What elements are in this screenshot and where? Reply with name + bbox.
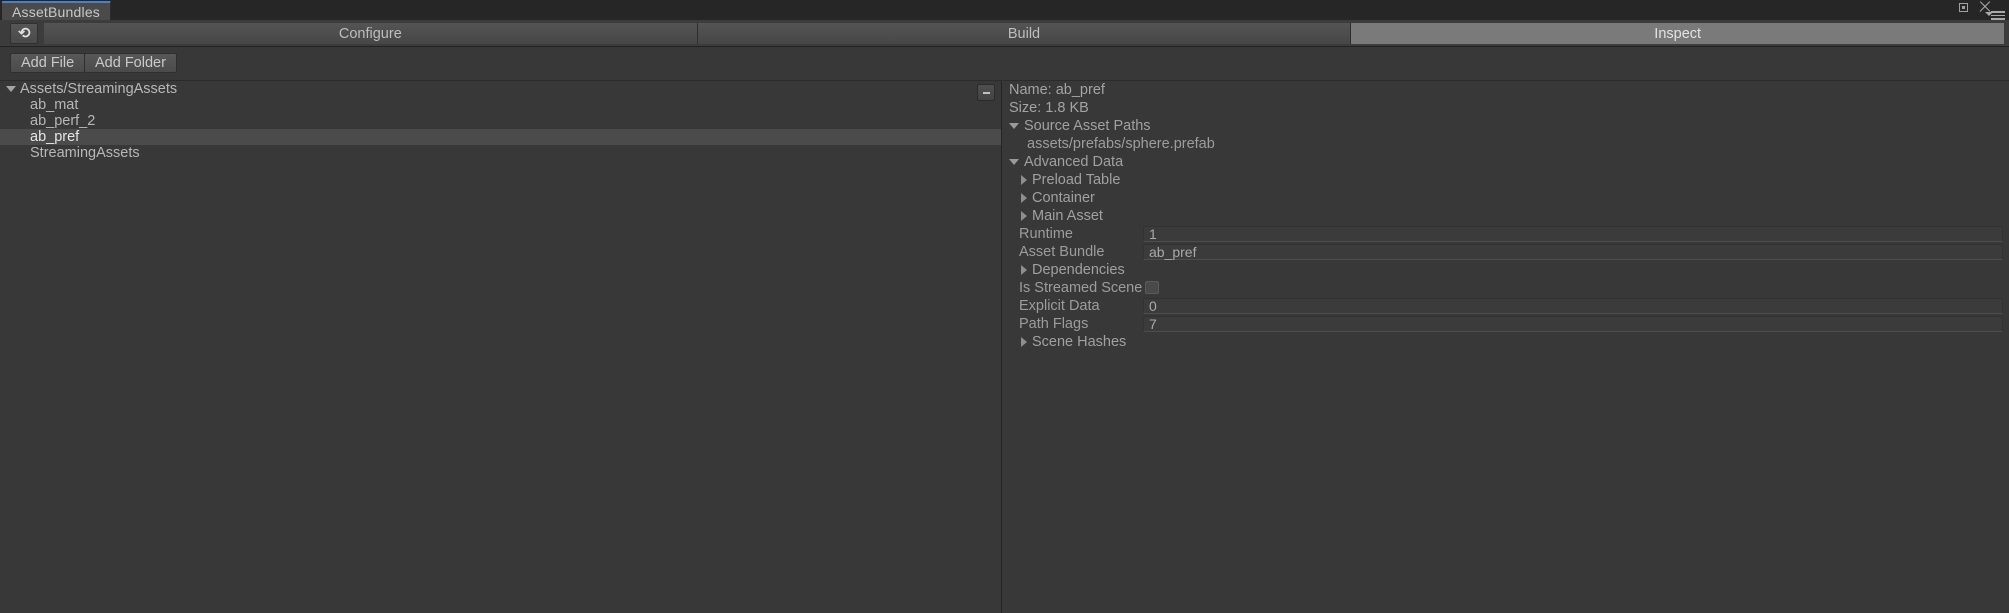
runtime-compatibility-input[interactable]: 1 — [1143, 226, 2003, 242]
window-tab-strip: AssetBundles — [0, 0, 2009, 20]
tree-root-label: Assets/StreamingAssets — [20, 81, 178, 97]
source-asset-path-item: assets/prefabs/sphere.prefab — [1003, 135, 2009, 153]
path-flags-row: Path Flags 7 — [1003, 315, 2009, 333]
container-label: Container — [1032, 190, 1095, 206]
main-asset-foldout[interactable]: Main Asset — [1003, 207, 2009, 225]
bundle-inspector-panel: Name: ab_pref Size: 1.8 KB Source Asset … — [1003, 80, 2009, 613]
runtime-compatibility-row: Runtime Compatibility 1 — [1003, 225, 2009, 243]
advanced-data-label: Advanced Data — [1024, 154, 1124, 170]
dependencies-label: Dependencies — [1032, 262, 1125, 278]
main-asset-label: Main Asset — [1032, 208, 1103, 224]
preload-table-foldout[interactable]: Preload Table — [1003, 171, 2009, 189]
bundle-tree-panel: Assets/StreamingAssets ab_mat ab_perf_2 … — [0, 80, 1002, 613]
assetbundles-window: AssetBundles ⟳ Configure Build Inspect A… — [0, 0, 2009, 613]
tree-item-label: ab_mat — [30, 97, 79, 113]
inspector-size-row: Size: 1.8 KB — [1003, 99, 2009, 117]
runtime-compatibility-label: Runtime Compatibility — [1019, 226, 1073, 242]
preload-table-label: Preload Table — [1032, 172, 1121, 188]
scene-hashes-label: Scene Hashes — [1032, 334, 1127, 350]
tab-inspect-label: Inspect — [1654, 25, 1702, 42]
tree-row-ab-pref[interactable]: ab_pref — [0, 129, 1001, 145]
explicit-data-layout-label: Explicit Data Layout — [1019, 298, 1100, 314]
tree-item-label: ab_perf_2 — [30, 113, 96, 129]
window-tab-label: AssetBundles — [12, 3, 101, 20]
chevron-right-icon[interactable] — [1021, 193, 1027, 203]
tab-inspect[interactable]: Inspect — [1351, 23, 2005, 44]
tree-row-ab-perf-2[interactable]: ab_perf_2 — [0, 113, 1001, 129]
container-foldout[interactable]: Container — [1003, 189, 2009, 207]
explicit-data-layout-input[interactable]: 0 — [1143, 298, 2003, 314]
chevron-right-icon[interactable] — [1021, 175, 1027, 185]
window-menu-icon[interactable] — [1985, 11, 2005, 20]
add-file-label: Add File — [21, 55, 75, 71]
mode-tab-group: Configure Build Inspect — [44, 23, 2005, 44]
tree-item-label: ab_pref — [30, 129, 80, 145]
window-controls — [1957, 1, 2005, 20]
is-streamed-scene-checkbox[interactable] — [1145, 281, 1159, 294]
refresh-icon: ⟳ — [17, 24, 31, 42]
add-folder-button[interactable]: Add Folder — [84, 53, 177, 73]
dependencies-foldout[interactable]: Dependencies — [1003, 261, 2009, 279]
inspector-name-label: Name: ab_pref — [1009, 82, 1105, 98]
refresh-button[interactable]: ⟳ — [10, 23, 38, 44]
maximize-icon[interactable] — [1959, 3, 1968, 12]
path-flags-input[interactable]: 7 — [1143, 316, 2003, 332]
path-flags-label: Path Flags — [1019, 316, 1089, 332]
tab-configure[interactable]: Configure — [44, 23, 698, 44]
chevron-down-icon[interactable] — [1009, 159, 1019, 165]
source-asset-paths-foldout[interactable]: Source Asset Paths — [1003, 117, 2009, 135]
tree-row-ab-mat[interactable]: ab_mat — [0, 97, 1001, 113]
tab-build[interactable]: Build — [697, 23, 1352, 44]
tree-item-label: StreamingAssets — [30, 145, 140, 161]
tab-build-label: Build — [1007, 25, 1041, 42]
tree-row-root[interactable]: Assets/StreamingAssets — [0, 81, 1001, 97]
chevron-right-icon[interactable] — [1021, 337, 1027, 347]
tab-configure-label: Configure — [338, 25, 402, 42]
inspector-name-row: Name: ab_pref — [1003, 81, 2009, 99]
add-file-button[interactable]: Add File — [10, 53, 86, 73]
scene-hashes-foldout[interactable]: Scene Hashes — [1003, 333, 2009, 351]
chevron-down-icon[interactable] — [6, 86, 16, 92]
chevron-down-icon[interactable] — [1009, 123, 1019, 129]
chevron-right-icon[interactable] — [1021, 265, 1027, 275]
asset-bundle-name-label: Asset Bundle Name — [1019, 244, 1105, 260]
is-streamed-scene-row: Is Streamed Scene Ass — [1003, 279, 2009, 297]
asset-bundle-name-input[interactable]: ab_pref — [1143, 244, 2003, 260]
explicit-data-layout-row: Explicit Data Layout 0 — [1003, 297, 2009, 315]
advanced-data-foldout[interactable]: Advanced Data — [1003, 153, 2009, 171]
inspector-size-label: Size: 1.8 KB — [1009, 100, 1089, 116]
source-asset-path-value: assets/prefabs/sphere.prefab — [1027, 136, 1215, 152]
is-streamed-scene-label: Is Streamed Scene Ass — [1019, 280, 1143, 296]
asset-bundle-name-row: Asset Bundle Name ab_pref — [1003, 243, 2009, 261]
chevron-right-icon[interactable] — [1021, 211, 1027, 221]
add-folder-label: Add Folder — [95, 55, 166, 71]
source-asset-paths-label: Source Asset Paths — [1024, 118, 1151, 134]
main-toolbar: ⟳ Configure Build Inspect — [0, 20, 2009, 47]
tree-row-streamingassets[interactable]: StreamingAssets — [0, 145, 1001, 161]
window-tab-assetbundles[interactable]: AssetBundles — [2, 1, 112, 20]
asset-actions-row: Add File Add Folder — [0, 47, 2009, 77]
